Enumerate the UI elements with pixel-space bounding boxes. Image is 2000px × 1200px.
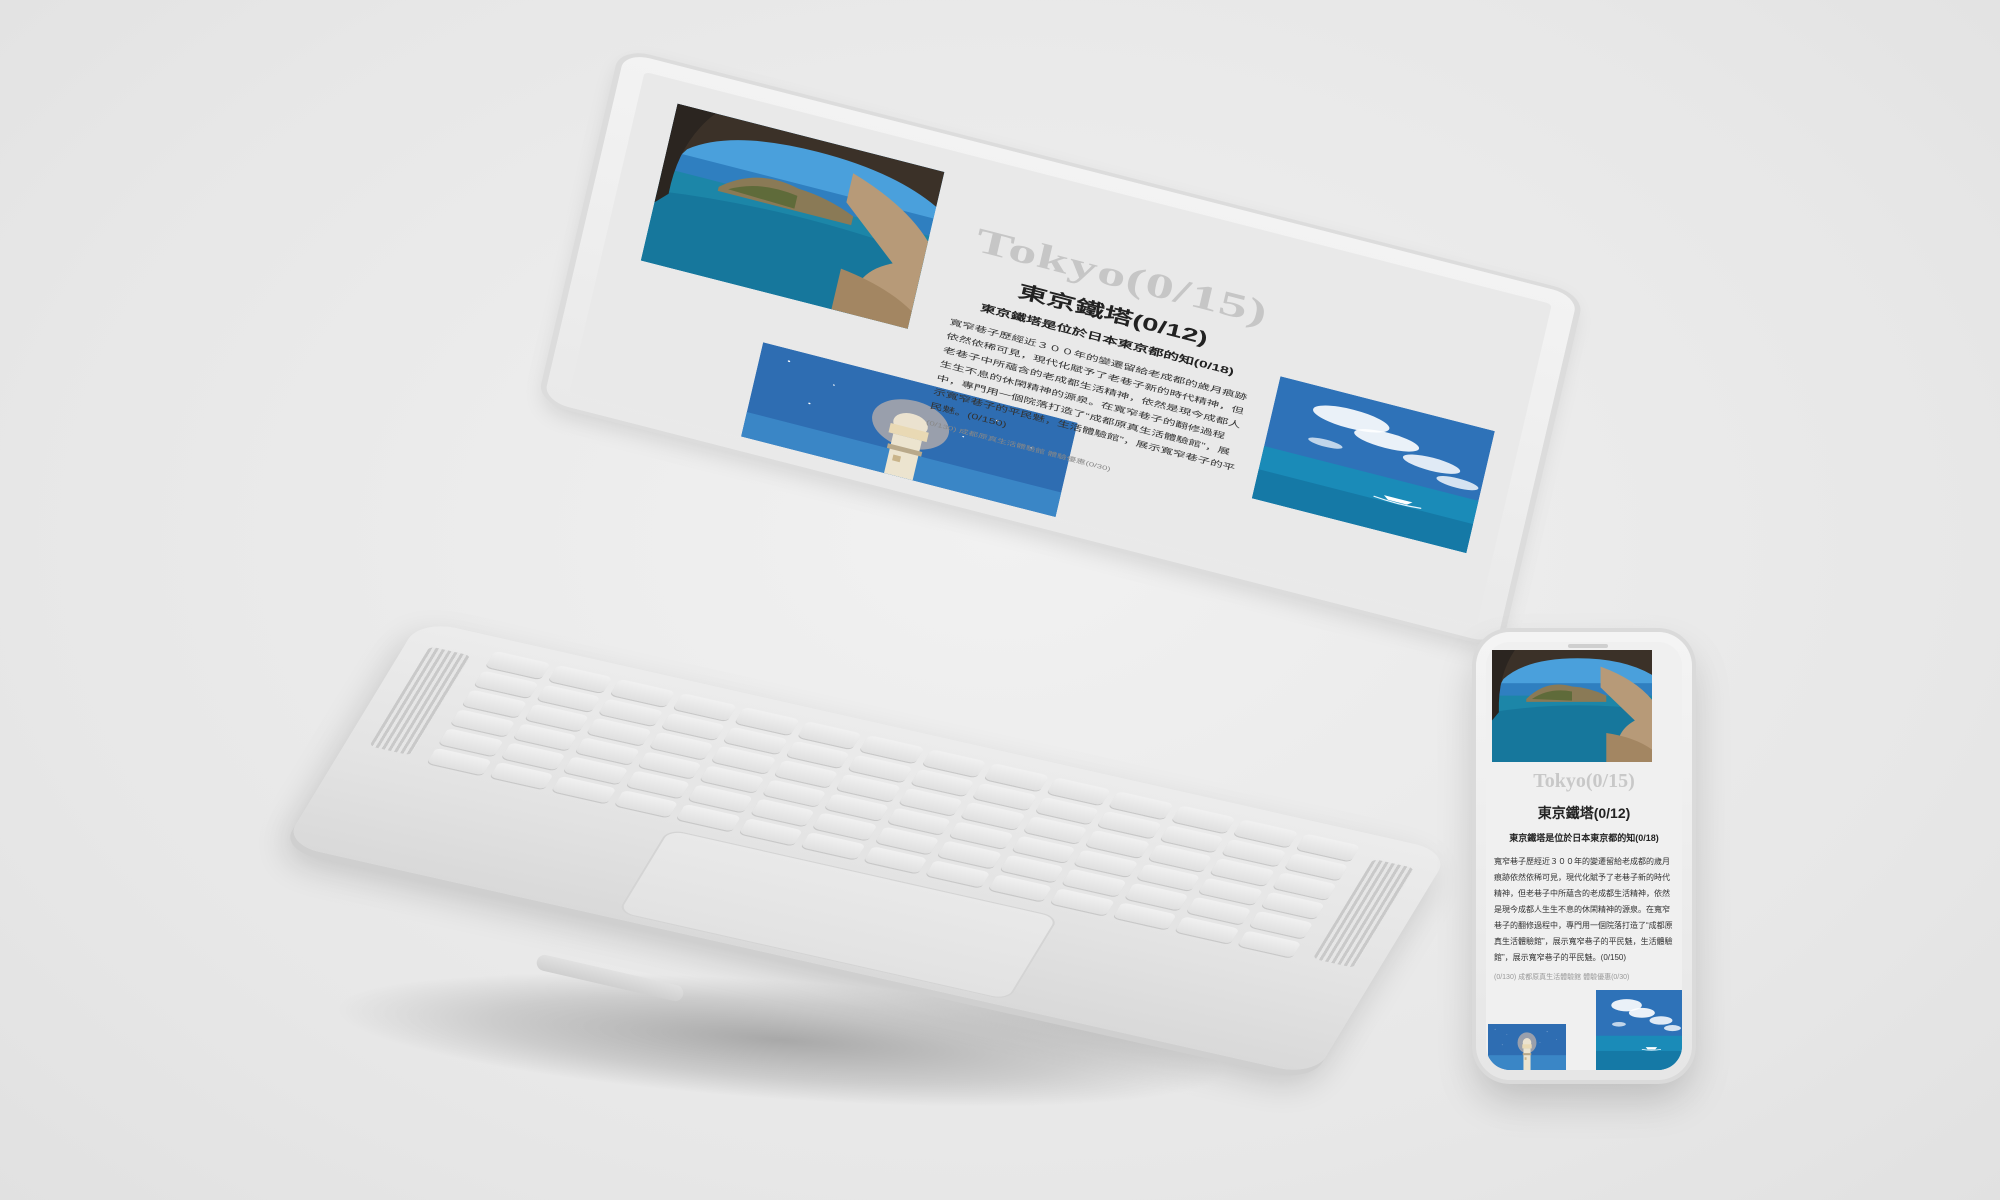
- article-body: 寬窄巷子歷經近３００年的變遷留給老成都的歲月痕跡依然依稀可見，現代化賦予了老巷子…: [1494, 857, 1673, 962]
- city-title: Tokyo(0/15): [1533, 770, 1635, 792]
- article-text-block: Tokyo(0/15) 東京鐵塔(0/12) 東京鐵塔是位於日本東京都的知(0/…: [1494, 770, 1674, 982]
- laptop-lid: Tokyo(0/15) 東京鐵塔(0/12) 東京鐵塔是位於日本東京都的知(0/…: [543, 52, 1578, 645]
- article-caption: (0/130) 成都原真生活體驗館 體驗優惠(0/30): [1494, 974, 1630, 981]
- lighthouse-image: [1488, 1024, 1566, 1070]
- laptop-device: Tokyo(0/15) 東京鐵塔(0/12) 東京鐵塔是位於日本東京都的知(0/…: [0, 0, 2000, 1200]
- sea-boat-image: [1252, 376, 1495, 553]
- sea-boat-image: [1596, 990, 1682, 1070]
- sea-cave-image: [641, 104, 945, 329]
- laptop-screen: Tokyo(0/15) 東京鐵塔(0/12) 東京鐵塔是位於日本東京都的知(0/…: [569, 71, 1552, 625]
- phone-device: Tokyo(0/15) 東京鐵塔(0/12) 東京鐵塔是位於日本東京都的知(0/…: [1476, 632, 1692, 1080]
- article-subheading: 東京鐵塔是位於日本東京都的知(0/18): [1509, 833, 1659, 843]
- sea-cave-image: [1492, 650, 1652, 762]
- phone-screen: Tokyo(0/15) 東京鐵塔(0/12) 東京鐵塔是位於日本東京都的知(0/…: [1486, 642, 1682, 1070]
- article-heading: 東京鐵塔(0/12): [1537, 805, 1631, 821]
- phone-speaker: [1568, 644, 1608, 648]
